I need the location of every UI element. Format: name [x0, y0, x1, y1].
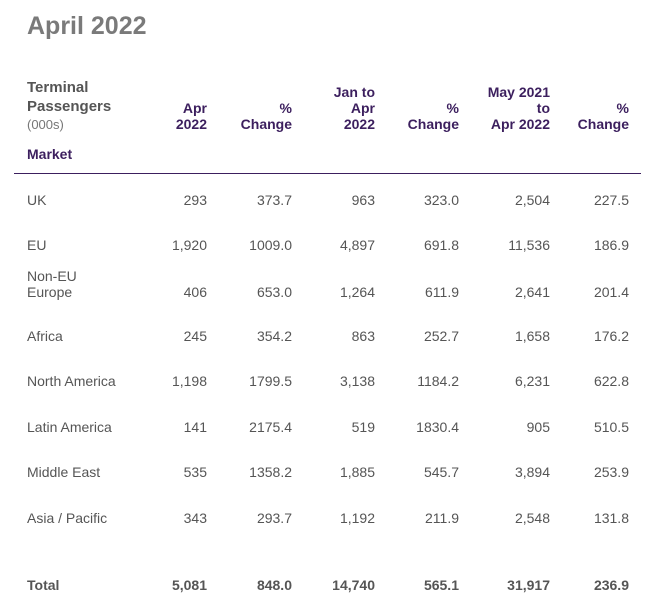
- col-header-line2: %: [446, 100, 459, 116]
- table-row-non-eu-europe: Non-EU Europe 406 653.0 1,264 611.9 2,64…: [0, 268, 656, 300]
- cell-rolling-year: 3,894: [514, 464, 550, 480]
- cell-apr-change: 2175.4: [249, 419, 292, 435]
- cell-apr-change: 373.7: [256, 192, 292, 208]
- cell-apr-2022: 1,920: [171, 237, 207, 253]
- cell-jan-apr: 14,740: [332, 577, 375, 593]
- col-header-jan-apr-2022: Jan to Apr 2022: [296, 80, 375, 132]
- cell-rolling-year: 2,504: [514, 192, 550, 208]
- cell-rolling-change: 622.8: [593, 373, 629, 389]
- col-header-line3: Change: [577, 116, 629, 132]
- market-name-line2: Europe: [27, 284, 73, 300]
- market-name: Asia / Pacific: [27, 510, 108, 526]
- cell-rolling-change: 201.4: [593, 284, 629, 300]
- table-row-africa: Africa 245 354.2 863 252.7 1,658 176.2: [0, 328, 656, 360]
- col-header-rolling-change: % Change: [554, 80, 629, 132]
- col-header-line3: 2022: [175, 116, 207, 132]
- cell-apr-2022: 5,081: [171, 577, 207, 593]
- page-title: April 2022: [27, 12, 147, 40]
- cell-apr-2022: 245: [183, 328, 207, 344]
- cell-apr-2022: 406: [183, 284, 207, 300]
- cell-rolling-change: 131.8: [593, 510, 629, 526]
- cell-jan-apr-change: 252.7: [423, 328, 459, 344]
- table-row-eu: EU 1,920 1009.0 4,897 691.8 11,536 186.9: [0, 237, 656, 269]
- market-name: Africa: [27, 328, 63, 344]
- cell-jan-apr: 519: [351, 419, 375, 435]
- market-name: North America: [27, 373, 116, 389]
- cell-rolling-change: 236.9: [593, 577, 629, 593]
- cell-apr-2022: 535: [183, 464, 207, 480]
- header-market: Market: [27, 146, 73, 162]
- cell-jan-apr-change: 1184.2: [417, 373, 459, 389]
- col-header-line2: %: [279, 100, 292, 116]
- table-row-middle-east: Middle East 535 1358.2 1,885 545.7 3,894…: [0, 464, 656, 496]
- cell-apr-2022: 343: [183, 510, 207, 526]
- cell-apr-change: 848.0: [256, 577, 292, 593]
- market-name: Middle East: [27, 464, 101, 480]
- col-header-line3: 2022: [343, 116, 375, 132]
- market-name: Total: [27, 577, 60, 593]
- cell-jan-apr: 1,885: [339, 464, 375, 480]
- header-divider: [14, 173, 641, 174]
- cell-apr-2022: 293: [183, 192, 207, 208]
- cell-rolling-change: 186.9: [593, 237, 629, 253]
- cell-apr-change: 1358.2: [249, 464, 292, 480]
- market-name: Latin America: [27, 419, 112, 435]
- col-header-line1: Jan to: [333, 84, 375, 100]
- cell-rolling-year: 2,641: [514, 284, 550, 300]
- cell-apr-change: 1799.5: [249, 373, 292, 389]
- cell-jan-apr-change: 611.9: [425, 284, 459, 300]
- cell-jan-apr-change: 211.9: [425, 510, 459, 526]
- cell-rolling-change: 253.9: [593, 464, 629, 480]
- cell-rolling-year: 1,658: [514, 328, 550, 344]
- cell-jan-apr-change: 565.1: [423, 577, 459, 593]
- table-row-uk: UK 293 373.7 963 323.0 2,504 227.5: [0, 192, 656, 224]
- cell-jan-apr-change: 323.0: [423, 192, 459, 208]
- col-header-line3: Apr 2022: [490, 116, 550, 132]
- col-header-line2: %: [616, 100, 629, 116]
- cell-rolling-year: 6,231: [514, 373, 550, 389]
- cell-apr-2022: 1,198: [171, 373, 207, 389]
- cell-jan-apr: 1,264: [339, 284, 375, 300]
- cell-rolling-change: 510.5: [593, 419, 629, 435]
- col-header-apr-2022: Apr 2022: [130, 80, 207, 132]
- col-header-apr-change: % Change: [212, 80, 292, 132]
- cell-apr-change: 293.7: [256, 510, 292, 526]
- cell-jan-apr-change: 545.7: [423, 464, 459, 480]
- market-name: EU: [27, 237, 47, 253]
- cell-jan-apr: 1,192: [339, 510, 375, 526]
- col-header-jan-apr-change: % Change: [380, 80, 459, 132]
- cell-rolling-year: 905: [526, 419, 550, 435]
- market-name-line1: Non-EU: [27, 268, 77, 284]
- cell-rolling-year: 2,548: [514, 510, 550, 526]
- col-header-line3: Change: [407, 116, 459, 132]
- col-header-line2: to: [536, 100, 550, 116]
- col-header-line1: May 2021: [487, 84, 550, 100]
- market-name: Non-EU Europe: [27, 268, 147, 300]
- col-header-line3: Change: [240, 116, 292, 132]
- cell-jan-apr: 863: [351, 328, 375, 344]
- cell-jan-apr: 963: [351, 192, 375, 208]
- cell-jan-apr-change: 691.8: [423, 237, 459, 253]
- cell-rolling-change: 176.2: [593, 328, 629, 344]
- table-row-total: Total 5,081 848.0 14,740 565.1 31,917 23…: [0, 577, 656, 609]
- cell-rolling-year: 11,536: [508, 237, 550, 253]
- cell-apr-change: 1009.0: [249, 237, 292, 253]
- cell-jan-apr-change: 1830.4: [416, 419, 459, 435]
- cell-apr-change: 354.2: [256, 328, 292, 344]
- cell-apr-change: 653.0: [256, 284, 292, 300]
- cell-jan-apr: 4,897: [339, 237, 375, 253]
- col-header-rolling-year: May 2021 to Apr 2022: [465, 80, 550, 132]
- cell-jan-apr: 3,138: [339, 373, 375, 389]
- table-row-north-america: North America 1,198 1799.5 3,138 1184.2 …: [0, 373, 656, 405]
- cell-rolling-year: 31,917: [507, 577, 550, 593]
- col-header-line2: Apr: [350, 100, 375, 116]
- cell-rolling-change: 227.5: [593, 192, 629, 208]
- cell-apr-2022: 141: [183, 419, 207, 435]
- table-row-asia-pacific: Asia / Pacific 343 293.7 1,192 211.9 2,5…: [0, 510, 656, 542]
- market-name: UK: [27, 192, 47, 208]
- table-row-latin-america: Latin America 141 2175.4 519 1830.4 905 …: [0, 419, 656, 451]
- header-unit: (000s): [27, 117, 64, 132]
- col-header-line2: Apr: [182, 100, 207, 116]
